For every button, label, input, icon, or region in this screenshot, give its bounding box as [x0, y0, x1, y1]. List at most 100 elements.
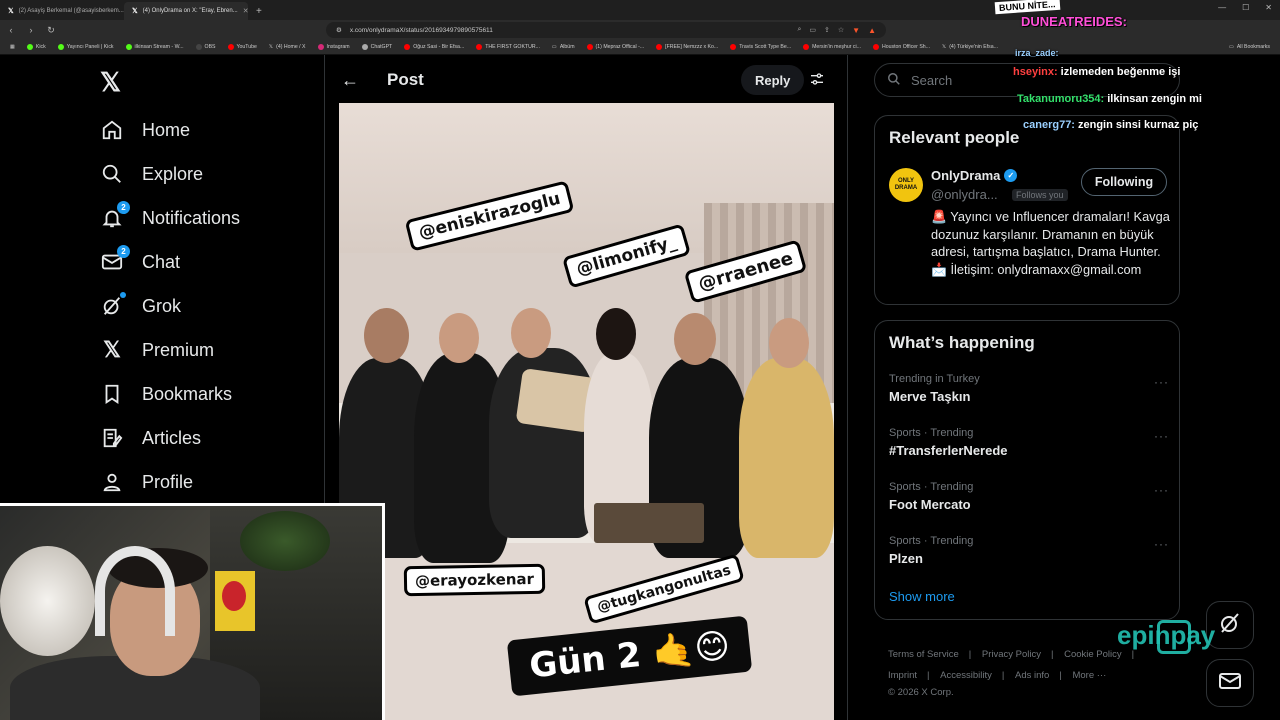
- nav-label: Bookmarks: [142, 383, 233, 404]
- chat-text: ilkinsan zengin mi: [1107, 93, 1202, 105]
- back-icon[interactable]: ‹: [6, 25, 16, 35]
- trend-item[interactable]: Sports · Trending #TransferlerNerede ···: [889, 427, 1169, 458]
- chat-user: hseyinx:: [1013, 66, 1058, 78]
- bookmark-item[interactable]: Instagram: [314, 44, 354, 50]
- grok-dot-badge: [120, 292, 126, 298]
- x-logo-icon[interactable]: 𝕏: [100, 67, 121, 98]
- bookmark-item[interactable]: [FREE] Nemzzz x Ko...: [652, 44, 722, 50]
- footer-link[interactable]: Terms of Service: [888, 649, 959, 660]
- brave-rewards-icon[interactable]: ▲: [868, 26, 876, 35]
- bookmark-folder[interactable]: ▭ Albüm: [548, 44, 579, 50]
- chat-user: irza_zade:: [1015, 48, 1059, 58]
- chat-message: hseyinx: izlemeden beğenme işi: [1013, 66, 1180, 78]
- bookmark-item[interactable]: ilkinsan Stream - W...: [122, 44, 188, 50]
- zoom-icon[interactable]: ⌕: [797, 26, 801, 35]
- apps-icon[interactable]: ▦: [6, 44, 19, 50]
- nav-profile[interactable]: Profile: [100, 467, 193, 497]
- new-tab-button[interactable]: +: [248, 2, 270, 20]
- back-arrow-icon[interactable]: ←: [341, 70, 371, 91]
- nav-chat[interactable]: 2 Chat: [100, 245, 181, 277]
- bookmark-item[interactable]: OBS: [192, 44, 220, 50]
- x-favicon-icon: 𝕏: [8, 8, 14, 15]
- nav-articles[interactable]: Articles: [100, 423, 201, 453]
- search-icon: [887, 72, 901, 89]
- trend-item[interactable]: Trending in Turkey Merve Taşkın ···: [889, 373, 1169, 404]
- sponsor-watermark: epinpay: [1117, 620, 1216, 650]
- nav-premium[interactable]: 𝕏 Premium: [100, 335, 214, 365]
- bookmark-star-icon[interactable]: ☆: [838, 26, 844, 35]
- bookmark-item[interactable]: Houston Officer Sh...: [869, 44, 934, 50]
- nav-label: Grok: [142, 295, 182, 316]
- avatar[interactable]: ONLY DRAMA: [889, 168, 923, 202]
- nav-label: Chat: [142, 251, 181, 272]
- bookmark-item[interactable]: Oğuz Sasi - Bir Efsa...: [400, 44, 468, 50]
- nav-label: Premium: [142, 339, 215, 360]
- x-favicon-icon: 𝕏: [132, 8, 138, 15]
- share-icon[interactable]: ⇪: [824, 26, 830, 35]
- more-options-icon[interactable]: ···: [1154, 375, 1169, 389]
- notification-badge: 2: [117, 201, 130, 214]
- nav-label: Home: [142, 119, 191, 140]
- trend-item[interactable]: Sports · Trending Foot Mercato ···: [889, 481, 1169, 512]
- photo-head: [674, 313, 716, 365]
- mail-icon: 2: [100, 245, 130, 274]
- bookmark-item[interactable]: Travis Scott Type Be...: [726, 44, 795, 50]
- bookmark-item[interactable]: Kick: [23, 44, 50, 50]
- footer-link[interactable]: Cookie Policy: [1064, 649, 1122, 660]
- chat-message: DUNEATREIDES:: [1021, 14, 1130, 29]
- reload-icon[interactable]: ↻: [46, 25, 56, 36]
- bookmark-item[interactable]: 𝕏 (4) Home / X: [265, 44, 310, 50]
- nav-label: Explore: [142, 163, 204, 184]
- tune-settings-icon[interactable]: [809, 71, 825, 92]
- bookmark-item[interactable]: 𝕏 (4) Türkiye'nin Efsa...: [938, 44, 1002, 50]
- site-info-icon[interactable]: ⚙: [336, 26, 342, 34]
- webcam-headset: [95, 546, 175, 636]
- nav-home[interactable]: Home: [100, 115, 190, 145]
- bookmark-item[interactable]: (1) Mepraz Offical -...: [583, 44, 649, 50]
- messages-fab[interactable]: [1206, 659, 1254, 707]
- trend-context: Sports · Trending: [889, 427, 974, 439]
- bookmark-item[interactable]: YouTube: [224, 44, 261, 50]
- person-name[interactable]: OnlyDrama: [931, 168, 1000, 183]
- person-handle: @onlydra...: [931, 187, 998, 202]
- reply-button[interactable]: Reply: [741, 65, 805, 95]
- browser-tab-active[interactable]: 𝕏 (4) OnlyDrama on X: "Eray, Ebren... ✕: [124, 2, 248, 20]
- more-options-icon[interactable]: ···: [1154, 537, 1169, 551]
- footer-link[interactable]: Privacy Policy: [982, 649, 1041, 660]
- nav-explore[interactable]: Explore: [100, 159, 203, 189]
- bookmark-item[interactable]: THE FIRST GOKTUR...: [472, 44, 544, 50]
- post-photo[interactable]: @eniskirazoglu @limonify_ @rraenee @eray…: [339, 103, 834, 720]
- whats-happening-card: What’s happening Trending in Turkey Merv…: [874, 320, 1180, 620]
- footer-more-link[interactable]: More ···: [1072, 670, 1106, 681]
- chat-user: DUNEATREIDES:: [1021, 14, 1127, 29]
- show-more-link[interactable]: Show more: [889, 589, 955, 604]
- footer-link[interactable]: Imprint: [888, 670, 917, 681]
- verified-badge-icon: ✓: [1004, 169, 1018, 182]
- nav-label: Profile: [142, 471, 194, 492]
- brave-shield-icon[interactable]: ▼: [852, 26, 860, 35]
- footer-link[interactable]: Accessibility: [940, 670, 992, 681]
- address-bar[interactable]: ⚙ x.com/onlydramaX/status/20169349798905…: [326, 22, 886, 38]
- bookmark-icon: [100, 382, 124, 406]
- photo-tag: @erayozkenar: [406, 566, 543, 594]
- siren-icon: 🚨: [931, 209, 947, 224]
- nav-grok[interactable]: Grok: [100, 291, 181, 321]
- search-icon: [100, 162, 124, 186]
- more-options-icon[interactable]: ···: [1154, 429, 1169, 443]
- following-button[interactable]: Following: [1081, 168, 1167, 196]
- nav-notifications[interactable]: 2 Notifications: [100, 201, 240, 233]
- photo-head: [511, 308, 551, 358]
- forward-icon[interactable]: ›: [26, 25, 36, 35]
- more-options-icon[interactable]: ···: [1154, 483, 1169, 497]
- browser-tab[interactable]: 𝕏(2) Asayiş Berkemal (@asayisberkem...✕: [0, 2, 124, 20]
- bookmark-item[interactable]: ChatGPT: [358, 44, 397, 50]
- bookmark-item[interactable]: Yayıncı Paneli | Kick: [54, 44, 118, 50]
- footer-link[interactable]: Ads info: [1015, 670, 1049, 681]
- install-icon[interactable]: ▭: [809, 26, 816, 35]
- webcam-fur-hood: [0, 546, 95, 656]
- whats-happening-title: What’s happening: [889, 333, 1035, 352]
- bookmark-item[interactable]: Mersin'in meşhur ci...: [799, 44, 865, 50]
- nav-bookmarks[interactable]: Bookmarks: [100, 379, 232, 409]
- trend-item[interactable]: Sports · Trending Plzen ···: [889, 535, 1169, 566]
- x-icon: 𝕏: [103, 337, 121, 362]
